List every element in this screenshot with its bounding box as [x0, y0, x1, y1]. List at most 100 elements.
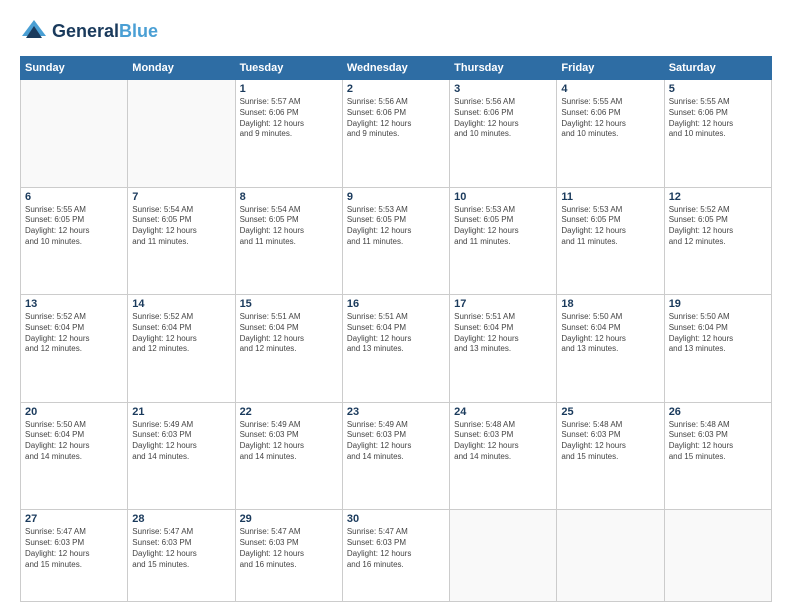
calendar-cell: 10 Sunrise: 5:53 AM Sunset: 6:05 PM Dayli…: [450, 187, 557, 295]
day-number: 26: [669, 406, 767, 418]
day-number: 30: [347, 513, 445, 525]
day-info: Sunrise: 5:48 AM Sunset: 6:03 PM Dayligh…: [454, 420, 552, 463]
day-number: 12: [669, 191, 767, 203]
logo-text: GeneralBlue: [52, 22, 158, 42]
logo-line1: General: [52, 21, 119, 41]
week-row-2: 6Sunrise: 5:55 AM Sunset: 6:05 PM Daylig…: [21, 187, 772, 295]
weekday-header-wednesday: Wednesday: [342, 57, 449, 80]
day-info: Sunrise: 5:52 AM Sunset: 6:04 PM Dayligh…: [132, 312, 230, 355]
calendar-cell: 12 Sunrise: 5:52 AM Sunset: 6:05 PM Dayli…: [664, 187, 771, 295]
logo: GeneralBlue: [20, 18, 158, 46]
day-info: Sunrise: 5:49 AM Sunset: 6:03 PM Dayligh…: [132, 420, 230, 463]
calendar-cell: 5 Sunrise: 5:55 AM Sunset: 6:06 PM Daylig…: [664, 80, 771, 188]
calendar-cell: [128, 80, 235, 188]
day-number: 1: [240, 83, 338, 95]
day-info: Sunrise: 5:52 AM Sunset: 6:05 PM Dayligh…: [669, 205, 767, 248]
weekday-header-row: SundayMondayTuesdayWednesdayThursdayFrid…: [21, 57, 772, 80]
day-info: Sunrise: 5:47 AM Sunset: 6:03 PM Dayligh…: [132, 527, 230, 570]
weekday-header-tuesday: Tuesday: [235, 57, 342, 80]
week-row-1: 1Sunrise: 5:57 AM Sunset: 6:06 PM Daylig…: [21, 80, 772, 188]
calendar-cell: 25 Sunrise: 5:48 AM Sunset: 6:03 PM Dayli…: [557, 402, 664, 510]
day-info: Sunrise: 5:49 AM Sunset: 6:03 PM Dayligh…: [240, 420, 338, 463]
calendar-cell: 28 Sunrise: 5:47 AM Sunset: 6:03 PM Dayli…: [128, 510, 235, 602]
week-row-3: 13 Sunrise: 5:52 AM Sunset: 6:04 PM Dayli…: [21, 295, 772, 403]
day-number: 29: [240, 513, 338, 525]
day-info: Sunrise: 5:55 AM Sunset: 6:06 PM Dayligh…: [669, 97, 767, 140]
weekday-header-sunday: Sunday: [21, 57, 128, 80]
calendar-cell: 1Sunrise: 5:57 AM Sunset: 6:06 PM Daylig…: [235, 80, 342, 188]
day-number: 3: [454, 83, 552, 95]
day-number: 14: [132, 298, 230, 310]
calendar-table: SundayMondayTuesdayWednesdayThursdayFrid…: [20, 56, 772, 602]
day-number: 15: [240, 298, 338, 310]
calendar-cell: [664, 510, 771, 602]
day-number: 20: [25, 406, 123, 418]
day-info: Sunrise: 5:55 AM Sunset: 6:05 PM Dayligh…: [25, 205, 123, 248]
page: GeneralBlue SundayMondayTuesdayWednesday…: [0, 0, 792, 612]
day-info: Sunrise: 5:48 AM Sunset: 6:03 PM Dayligh…: [669, 420, 767, 463]
calendar-cell: 2 Sunrise: 5:56 AM Sunset: 6:06 PM Daylig…: [342, 80, 449, 188]
day-info: Sunrise: 5:53 AM Sunset: 6:05 PM Dayligh…: [561, 205, 659, 248]
day-number: 2: [347, 83, 445, 95]
weekday-header-thursday: Thursday: [450, 57, 557, 80]
day-info: Sunrise: 5:52 AM Sunset: 6:04 PM Dayligh…: [25, 312, 123, 355]
calendar-cell: [557, 510, 664, 602]
day-info: Sunrise: 5:54 AM Sunset: 6:05 PM Dayligh…: [132, 205, 230, 248]
day-number: 7: [132, 191, 230, 203]
day-number: 10: [454, 191, 552, 203]
calendar-cell: 19 Sunrise: 5:50 AM Sunset: 6:04 PM Dayli…: [664, 295, 771, 403]
calendar-cell: 16 Sunrise: 5:51 AM Sunset: 6:04 PM Dayli…: [342, 295, 449, 403]
calendar-cell: 11 Sunrise: 5:53 AM Sunset: 6:05 PM Dayli…: [557, 187, 664, 295]
day-info: Sunrise: 5:49 AM Sunset: 6:03 PM Dayligh…: [347, 420, 445, 463]
day-info: Sunrise: 5:50 AM Sunset: 6:04 PM Dayligh…: [669, 312, 767, 355]
day-info: Sunrise: 5:56 AM Sunset: 6:06 PM Dayligh…: [454, 97, 552, 140]
day-info: Sunrise: 5:53 AM Sunset: 6:05 PM Dayligh…: [454, 205, 552, 248]
day-number: 4: [561, 83, 659, 95]
day-number: 23: [347, 406, 445, 418]
day-number: 16: [347, 298, 445, 310]
calendar-cell: 8Sunrise: 5:54 AM Sunset: 6:05 PM Daylig…: [235, 187, 342, 295]
day-number: 11: [561, 191, 659, 203]
calendar-cell: 20Sunrise: 5:50 AM Sunset: 6:04 PM Dayli…: [21, 402, 128, 510]
calendar-cell: [450, 510, 557, 602]
day-number: 22: [240, 406, 338, 418]
day-number: 17: [454, 298, 552, 310]
calendar-cell: 21Sunrise: 5:49 AM Sunset: 6:03 PM Dayli…: [128, 402, 235, 510]
day-info: Sunrise: 5:47 AM Sunset: 6:03 PM Dayligh…: [240, 527, 338, 570]
calendar-cell: [21, 80, 128, 188]
calendar-cell: 9Sunrise: 5:53 AM Sunset: 6:05 PM Daylig…: [342, 187, 449, 295]
day-number: 19: [669, 298, 767, 310]
day-number: 13: [25, 298, 123, 310]
calendar-cell: 27Sunrise: 5:47 AM Sunset: 6:03 PM Dayli…: [21, 510, 128, 602]
day-number: 28: [132, 513, 230, 525]
calendar-cell: 14 Sunrise: 5:52 AM Sunset: 6:04 PM Dayli…: [128, 295, 235, 403]
day-info: Sunrise: 5:48 AM Sunset: 6:03 PM Dayligh…: [561, 420, 659, 463]
weekday-header-monday: Monday: [128, 57, 235, 80]
day-number: 5: [669, 83, 767, 95]
calendar-cell: 30 Sunrise: 5:47 AM Sunset: 6:03 PM Dayli…: [342, 510, 449, 602]
day-number: 25: [561, 406, 659, 418]
week-row-5: 27Sunrise: 5:47 AM Sunset: 6:03 PM Dayli…: [21, 510, 772, 602]
day-info: Sunrise: 5:56 AM Sunset: 6:06 PM Dayligh…: [347, 97, 445, 140]
calendar-cell: 22 Sunrise: 5:49 AM Sunset: 6:03 PM Dayli…: [235, 402, 342, 510]
header: GeneralBlue: [20, 18, 772, 46]
day-info: Sunrise: 5:47 AM Sunset: 6:03 PM Dayligh…: [25, 527, 123, 570]
calendar-cell: 23 Sunrise: 5:49 AM Sunset: 6:03 PM Dayli…: [342, 402, 449, 510]
calendar-cell: 17 Sunrise: 5:51 AM Sunset: 6:04 PM Dayli…: [450, 295, 557, 403]
day-info: Sunrise: 5:51 AM Sunset: 6:04 PM Dayligh…: [454, 312, 552, 355]
logo-icon: [20, 18, 48, 46]
day-info: Sunrise: 5:47 AM Sunset: 6:03 PM Dayligh…: [347, 527, 445, 570]
day-info: Sunrise: 5:50 AM Sunset: 6:04 PM Dayligh…: [561, 312, 659, 355]
day-info: Sunrise: 5:55 AM Sunset: 6:06 PM Dayligh…: [561, 97, 659, 140]
logo-line2: Blue: [119, 21, 158, 41]
calendar-cell: 13 Sunrise: 5:52 AM Sunset: 6:04 PM Dayli…: [21, 295, 128, 403]
calendar-cell: 4 Sunrise: 5:55 AM Sunset: 6:06 PM Daylig…: [557, 80, 664, 188]
calendar-cell: 18 Sunrise: 5:50 AM Sunset: 6:04 PM Dayli…: [557, 295, 664, 403]
calendar-cell: 3 Sunrise: 5:56 AM Sunset: 6:06 PM Daylig…: [450, 80, 557, 188]
day-info: Sunrise: 5:51 AM Sunset: 6:04 PM Dayligh…: [347, 312, 445, 355]
week-row-4: 20Sunrise: 5:50 AM Sunset: 6:04 PM Dayli…: [21, 402, 772, 510]
calendar-cell: 26 Sunrise: 5:48 AM Sunset: 6:03 PM Dayli…: [664, 402, 771, 510]
day-number: 24: [454, 406, 552, 418]
calendar-cell: 6Sunrise: 5:55 AM Sunset: 6:05 PM Daylig…: [21, 187, 128, 295]
day-number: 18: [561, 298, 659, 310]
